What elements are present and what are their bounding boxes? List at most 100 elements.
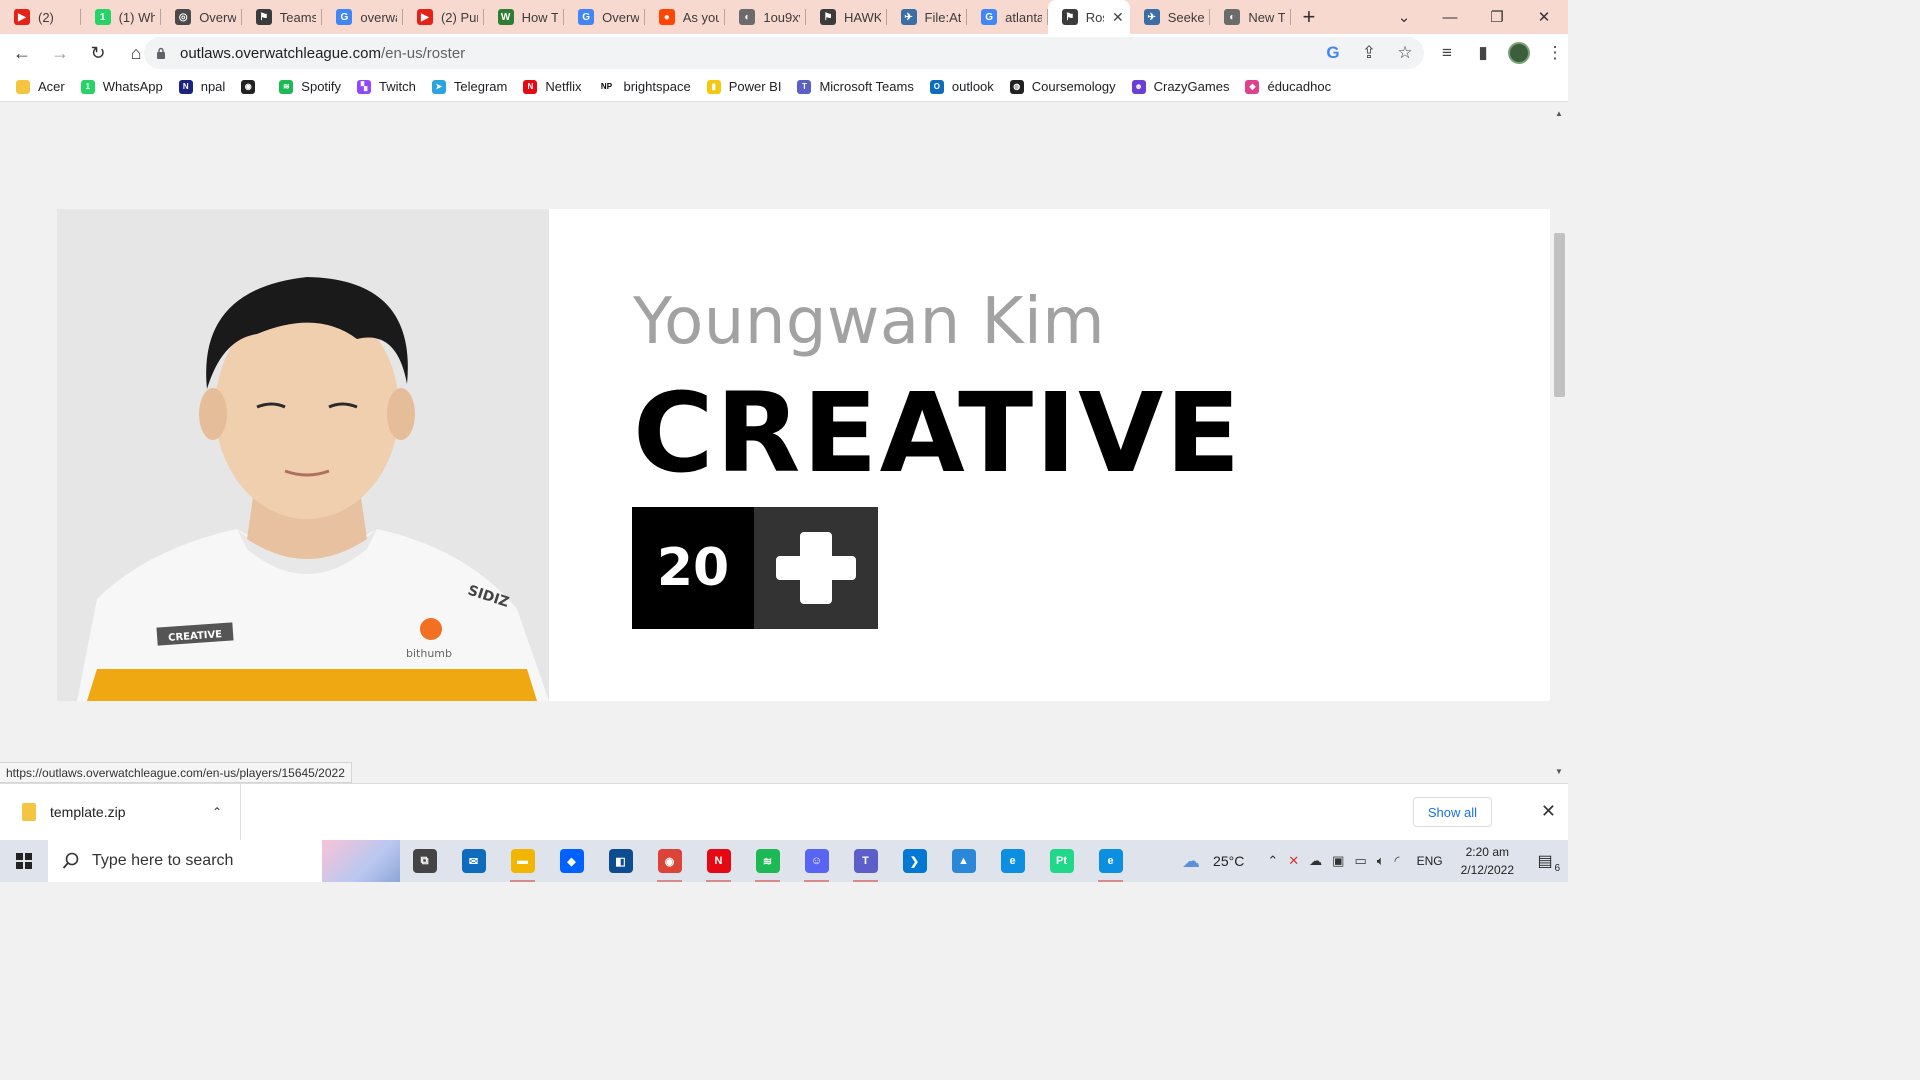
tab-favicon-icon: ✈ (900, 9, 917, 25)
scroll-down-arrow-icon[interactable]: ▼ (1555, 767, 1563, 776)
language-indicator[interactable]: ENG (1417, 854, 1443, 868)
tab-search-icon[interactable]: ⌄ (1380, 0, 1428, 34)
taskbar-app-mail[interactable]: ✉ (449, 840, 498, 882)
browser-tab[interactable]: ◎ Overwa (161, 0, 242, 34)
taskbar-app-chrome[interactable]: ◉ (645, 840, 694, 882)
bookmark-item[interactable]: Ooutlook (929, 79, 994, 94)
browser-tab[interactable]: 1 (1) Wha (81, 0, 162, 34)
taskbar-app-photos[interactable]: ▲ (939, 840, 988, 882)
share-icon[interactable]: ⇪ (1358, 43, 1380, 63)
bookmark-item[interactable]: Acer (16, 79, 65, 94)
onedrive-icon[interactable]: ☁ (1309, 853, 1322, 869)
browser-tab[interactable]: Goverwa (322, 0, 403, 34)
profile-avatar[interactable] (1508, 42, 1530, 64)
browser-tab[interactable]: Gatlanta (967, 0, 1048, 34)
browser-tab[interactable]: ◐ New Ta (1210, 0, 1291, 34)
browser-tab[interactable]: ▶ (2) (0, 0, 81, 34)
taskbar-app-pycharm[interactable]: Pt (1037, 840, 1086, 882)
clock[interactable]: 2:20 am 2/12/2022 (1461, 843, 1514, 879)
menu-kebab-icon[interactable]: ⋮ (1544, 43, 1566, 63)
browser-tab[interactable]: W How To (484, 0, 565, 34)
bookmark-item[interactable]: ◍ Coursemology (1009, 79, 1116, 94)
new-tab-button[interactable]: + (1291, 0, 1327, 34)
bookmark-item[interactable]: ◆ éducadhoc (1245, 79, 1331, 94)
side-panel-icon[interactable]: ▮ (1472, 43, 1494, 63)
taskbar-app-app[interactable]: ◧ (596, 840, 645, 882)
taskbar-app-discord[interactable]: ☺ (792, 840, 841, 882)
bookmark-item[interactable]: 1 WhatsApp (80, 79, 163, 94)
netflix-icon: N (706, 849, 731, 873)
bookmark-item[interactable]: ☻ CrazyGames (1131, 79, 1229, 94)
bookmark-item[interactable]: Nnpal (178, 79, 225, 94)
restore-button[interactable]: ❐ (1473, 0, 1521, 34)
back-button[interactable]: ← (6, 37, 38, 69)
taskbar-app-teams[interactable]: T (841, 840, 890, 882)
tab-close-icon[interactable]: ✕ (1112, 9, 1124, 26)
reload-button[interactable]: ↻ (82, 37, 114, 69)
bookmark-item[interactable]: ▮ Power BI (706, 79, 781, 94)
meet-now-icon[interactable]: ▣ (1332, 853, 1344, 869)
taskbar-app-file-explorer[interactable]: ▬ (498, 840, 547, 882)
media-control-icon[interactable]: ≡ (1436, 43, 1458, 63)
battery-icon[interactable]: ▭ (1354, 853, 1366, 869)
bookmark-item[interactable]: T Microsoft Teams (797, 79, 914, 94)
browser-tab[interactable]: ◐ 1ou9xv (725, 0, 806, 34)
browser-tab[interactable]: G Overwa (564, 0, 645, 34)
windows-logo-icon (16, 853, 32, 869)
search-icon (62, 852, 79, 869)
weather-icon[interactable]: ☁ (1182, 851, 1200, 872)
volume-icon[interactable]: 🔈︎ (1377, 853, 1385, 869)
taskbar-app-task-view[interactable]: ⧉ (400, 840, 449, 882)
taskbar-app-edge-dev[interactable]: e (1086, 840, 1135, 882)
taskbar-app-netflix[interactable]: N (694, 840, 743, 882)
file-explorer-icon: ▬ (510, 849, 535, 873)
bookmark-item[interactable]: ▚ Twitch (357, 79, 416, 94)
wifi-icon[interactable]: ◜ (1395, 853, 1400, 869)
chevron-up-icon[interactable]: ⌃ (212, 805, 222, 819)
taskbar-search-box[interactable]: Type here to search (48, 840, 400, 882)
bookmark-item[interactable]: N Netflix (523, 79, 581, 94)
chevron-up-icon[interactable]: ⌃ (1267, 853, 1278, 869)
browser-tab[interactable]: ▶ (2) Pure (403, 0, 484, 34)
taskbar-app-spotify[interactable]: ≋ (743, 840, 792, 882)
tab-list: ▶ (2) 1 (1) Wha ◎ Overwa ⚑ Teams Goverwa ▶ (2) P… (0, 0, 1291, 34)
browser-tab[interactable]: ● As you (645, 0, 726, 34)
bookmark-favicon-icon: ◆ (1245, 79, 1260, 94)
browser-tab[interactable]: ⚑ Teams (242, 0, 323, 34)
clock-date: 2/12/2022 (1460, 863, 1514, 877)
security-icon[interactable]: ✕ (1288, 853, 1299, 869)
bookmark-label: Microsoft Teams (819, 79, 914, 94)
bookmark-item[interactable]: ≋ Spotify (279, 79, 341, 94)
bookmark-item[interactable]: NP brightspace (597, 79, 691, 94)
show-all-button[interactable]: Show all (1412, 797, 1492, 827)
bookmark-favicon-icon: 1 (80, 79, 95, 94)
browser-tab[interactable]: ⚑ HAWK (806, 0, 887, 34)
bookmark-item[interactable]: ➤ Telegram (431, 79, 507, 94)
taskbar-app-dropbox[interactable]: ◆ (547, 840, 596, 882)
player-card[interactable]: CREATIVE SIDIZ bithumb Youngwan Kim CREA… (57, 209, 1550, 701)
lock-icon[interactable] (156, 47, 166, 59)
bookmark-favicon-icon: ☻ (1131, 79, 1146, 94)
notification-center-icon[interactable]: ▤ 6 (1530, 846, 1560, 876)
scroll-up-arrow-icon[interactable]: ▲ (1555, 109, 1563, 118)
close-download-shelf-icon[interactable]: ✕ (1541, 801, 1556, 822)
support-cross-icon (754, 507, 878, 629)
start-button[interactable] (0, 840, 48, 882)
temperature-text[interactable]: 25°C (1213, 853, 1244, 869)
scrollbar-thumb[interactable] (1554, 233, 1565, 397)
url-text[interactable]: outlaws.overwatchleague.com/en-us/roster (180, 45, 465, 62)
close-window-button[interactable]: ✕ (1520, 0, 1568, 34)
taskbar-app-edge[interactable]: e (988, 840, 1037, 882)
forward-button[interactable]: → (44, 37, 76, 69)
address-bar[interactable]: outlaws.overwatchleague.com/en-us/roster… (144, 37, 1424, 69)
download-item[interactable]: template.zip ⌃ (0, 784, 241, 840)
bookmark-item[interactable]: ◉ (241, 79, 263, 94)
bookmark-star-icon[interactable]: ☆ (1394, 43, 1416, 63)
minimize-button[interactable]: — (1426, 0, 1474, 34)
browser-tab[interactable]: ⚑ Ros ✕ (1047, 0, 1130, 34)
browser-tab[interactable]: ✈ File:Atl (887, 0, 968, 34)
google-lens-icon[interactable]: G (1322, 43, 1344, 63)
page-scrollbar[interactable]: ▲ ▼ (1552, 103, 1568, 783)
browser-tab[interactable]: ✈ Seeker (1130, 0, 1211, 34)
taskbar-app-vscode[interactable]: ❯ (890, 840, 939, 882)
